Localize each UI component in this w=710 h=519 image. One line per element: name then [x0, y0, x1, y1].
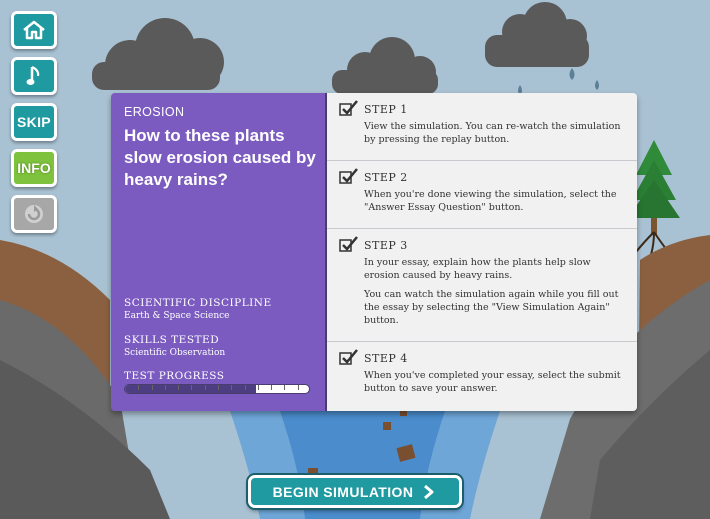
step-description: In your essay, explain how the plants he… — [364, 257, 591, 281]
skills-value: Scientific Observation — [124, 348, 226, 358]
home-icon — [23, 20, 45, 40]
step-title: STEP 3 — [364, 239, 408, 252]
question-text: How to these plants slow erosion caused … — [124, 126, 316, 189]
progress-tick — [271, 385, 272, 390]
step-title: STEP 2 — [364, 171, 408, 184]
step-item: STEP 2 When you're done viewing the simu… — [327, 161, 637, 229]
music-toggle-button[interactable] — [11, 57, 57, 95]
progress-tick — [165, 385, 166, 390]
info-button[interactable]: INFO — [11, 149, 57, 187]
discipline-value: Earth & Space Science — [124, 311, 230, 321]
progress-tick — [245, 385, 246, 390]
progress-tick — [205, 385, 206, 390]
home-button[interactable] — [11, 11, 57, 49]
begin-simulation-button[interactable]: BEGIN SIMULATION — [248, 475, 462, 508]
checkbox-checked-icon — [339, 236, 358, 252]
steps-column: STEP 1 View the simulation. You can re-w… — [327, 93, 637, 411]
progress-tick — [258, 385, 259, 390]
skills-label: SKILLS TESTED — [124, 334, 220, 346]
question-column: EROSION How to these plants slow erosion… — [111, 93, 325, 411]
progress-label: TEST PROGRESS — [124, 370, 225, 382]
info-label: INFO — [17, 160, 51, 176]
begin-simulation-label: BEGIN SIMULATION — [272, 483, 414, 500]
instructions-panel: EROSION How to these plants slow erosion… — [111, 93, 637, 411]
skip-button[interactable]: SKIP — [11, 103, 57, 141]
progress-tick — [298, 385, 299, 390]
replay-button[interactable] — [11, 195, 57, 233]
checkbox-checked-icon — [339, 349, 358, 365]
progress-tick — [138, 385, 139, 390]
subject-label: EROSION — [124, 105, 185, 119]
step-description: When you've completed your essay, select… — [364, 370, 621, 394]
progress-tick — [191, 385, 192, 390]
progress-tick — [152, 385, 153, 390]
step-item: STEP 1 View the simulation. You can re-w… — [327, 93, 637, 161]
progress-tick — [284, 385, 285, 390]
music-note-icon — [26, 65, 40, 85]
step-item: STEP 3 In your essay, explain how the pl… — [327, 229, 637, 342]
skip-label: SKIP — [17, 114, 51, 130]
checkbox-checked-icon — [339, 168, 358, 184]
discipline-label: SCIENTIFIC DISCIPLINE — [124, 297, 272, 309]
progress-tick — [231, 385, 232, 390]
progress-tick — [218, 385, 219, 390]
replay-icon — [25, 205, 43, 223]
progress-tick — [178, 385, 179, 390]
step-item: STEP 4 When you've completed your essay,… — [327, 342, 637, 411]
step-description-extra: You can watch the simulation again while… — [364, 289, 619, 326]
step-description: View the simulation. You can re-watch th… — [364, 121, 621, 145]
step-description: When you're done viewing the simulation,… — [364, 189, 617, 213]
step-title: STEP 4 — [364, 352, 408, 365]
checkbox-checked-icon — [339, 100, 358, 116]
chevron-right-icon — [424, 484, 434, 499]
step-title: STEP 1 — [364, 103, 408, 116]
test-progress-bar — [124, 384, 310, 394]
